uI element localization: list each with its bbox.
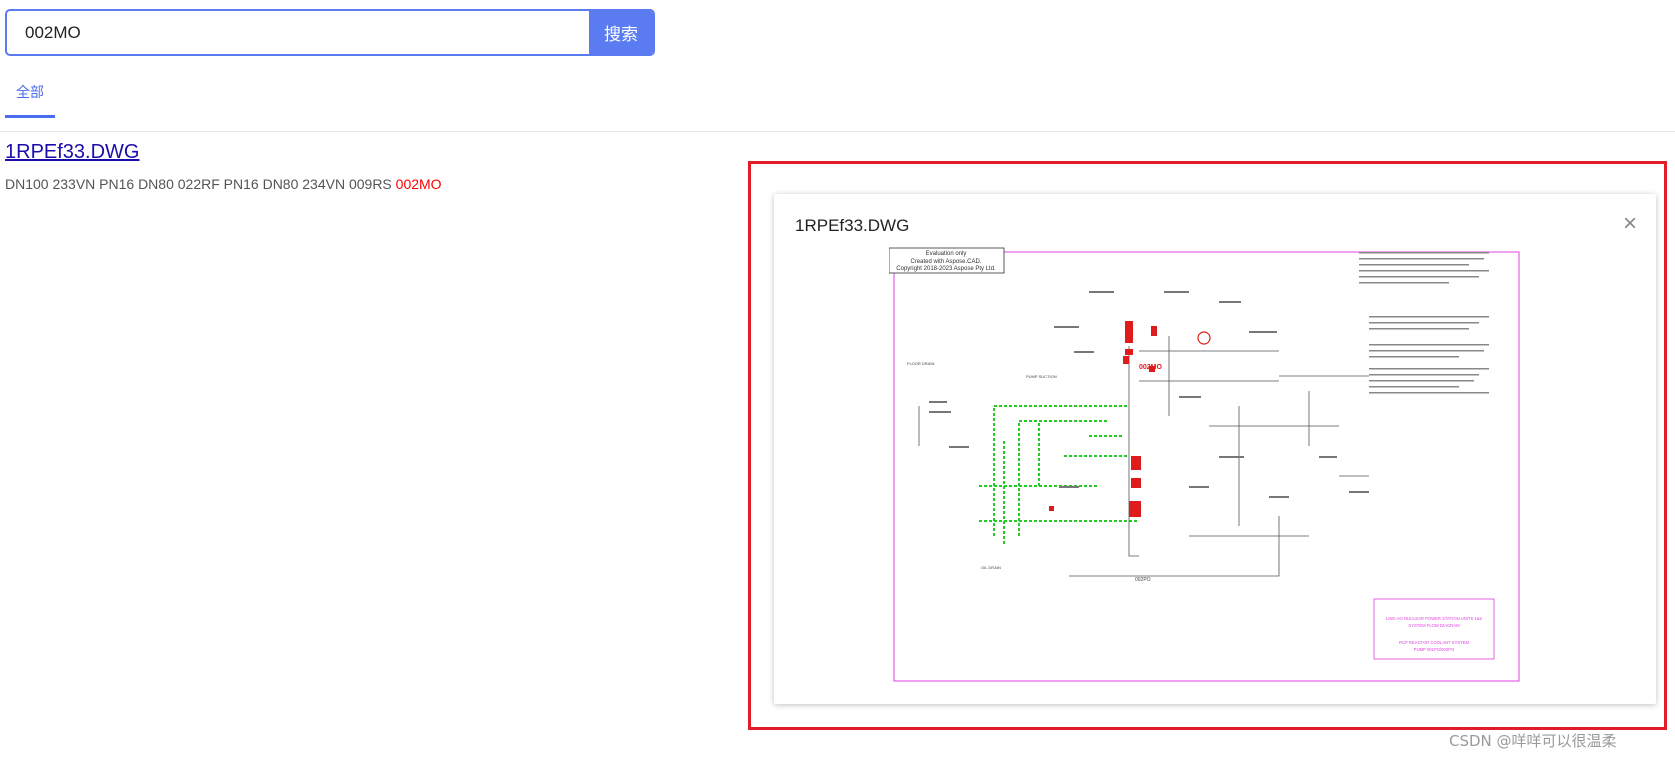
notes-block bbox=[1359, 252, 1489, 394]
result-description-text: DN100 233VN PN16 DN80 022RF PN16 DN80 23… bbox=[5, 176, 396, 192]
black-pipes bbox=[918, 336, 1369, 577]
label-floor-drain: FLOOR DRAIN bbox=[907, 361, 934, 366]
green-pipes bbox=[979, 405, 1139, 546]
tab-bar: 全部 bbox=[0, 70, 1675, 132]
title-block-line-1: LING AO NUCLEAR POWER STATION UNITS 1&2 bbox=[1386, 616, 1483, 621]
title-block-line-3: RCP REACTOR COOLANT SYSTEM bbox=[1399, 640, 1470, 645]
stamp-line-1: Evaluation only bbox=[926, 251, 967, 257]
preview-title: 1RPEf33.DWG bbox=[795, 216, 910, 235]
label-oil-drain: OIL DRAIN bbox=[981, 565, 1001, 570]
result-keyword-highlight: 002MO bbox=[395, 176, 442, 192]
search-button[interactable]: 搜索 bbox=[589, 11, 653, 54]
watermark: CSDN @咩咩可以很温柔 bbox=[1449, 732, 1617, 750]
annotation-text-marks bbox=[929, 291, 1369, 498]
stamp-line-2: Created with Aspose.CAD. bbox=[910, 259, 981, 265]
drawing-highlight-label: 002MO bbox=[1139, 364, 1163, 371]
label-002po: 002PO bbox=[1135, 577, 1151, 583]
preview-modal: 1RPEf33.DWG × Evaluation only Created wi… bbox=[774, 194, 1656, 704]
result-title-link[interactable]: 1RPEf33.DWG bbox=[5, 141, 139, 164]
search-bar: 搜索 bbox=[5, 9, 655, 56]
red-valve bbox=[1197, 331, 1211, 345]
tab-all[interactable]: 全部 bbox=[5, 80, 55, 118]
label-pump-suction: PUMP SUCTION bbox=[1026, 374, 1057, 379]
cad-drawing[interactable]: Evaluation only Created with Aspose.CAD.… bbox=[889, 246, 1539, 686]
stamp-line-3: Copyright 2018-2023 Aspose Pty Ltd. bbox=[896, 266, 996, 272]
title-block-line-4: PUMP 001PO/002PO bbox=[1414, 647, 1455, 652]
search-input[interactable] bbox=[7, 11, 589, 54]
title-block-line-2: SYSTEM FLOW DIAGRAM bbox=[1408, 623, 1460, 628]
result-description: DN100 233VN PN16 DN80 022RF PN16 DN80 23… bbox=[5, 176, 442, 192]
close-icon[interactable]: × bbox=[1618, 212, 1642, 236]
